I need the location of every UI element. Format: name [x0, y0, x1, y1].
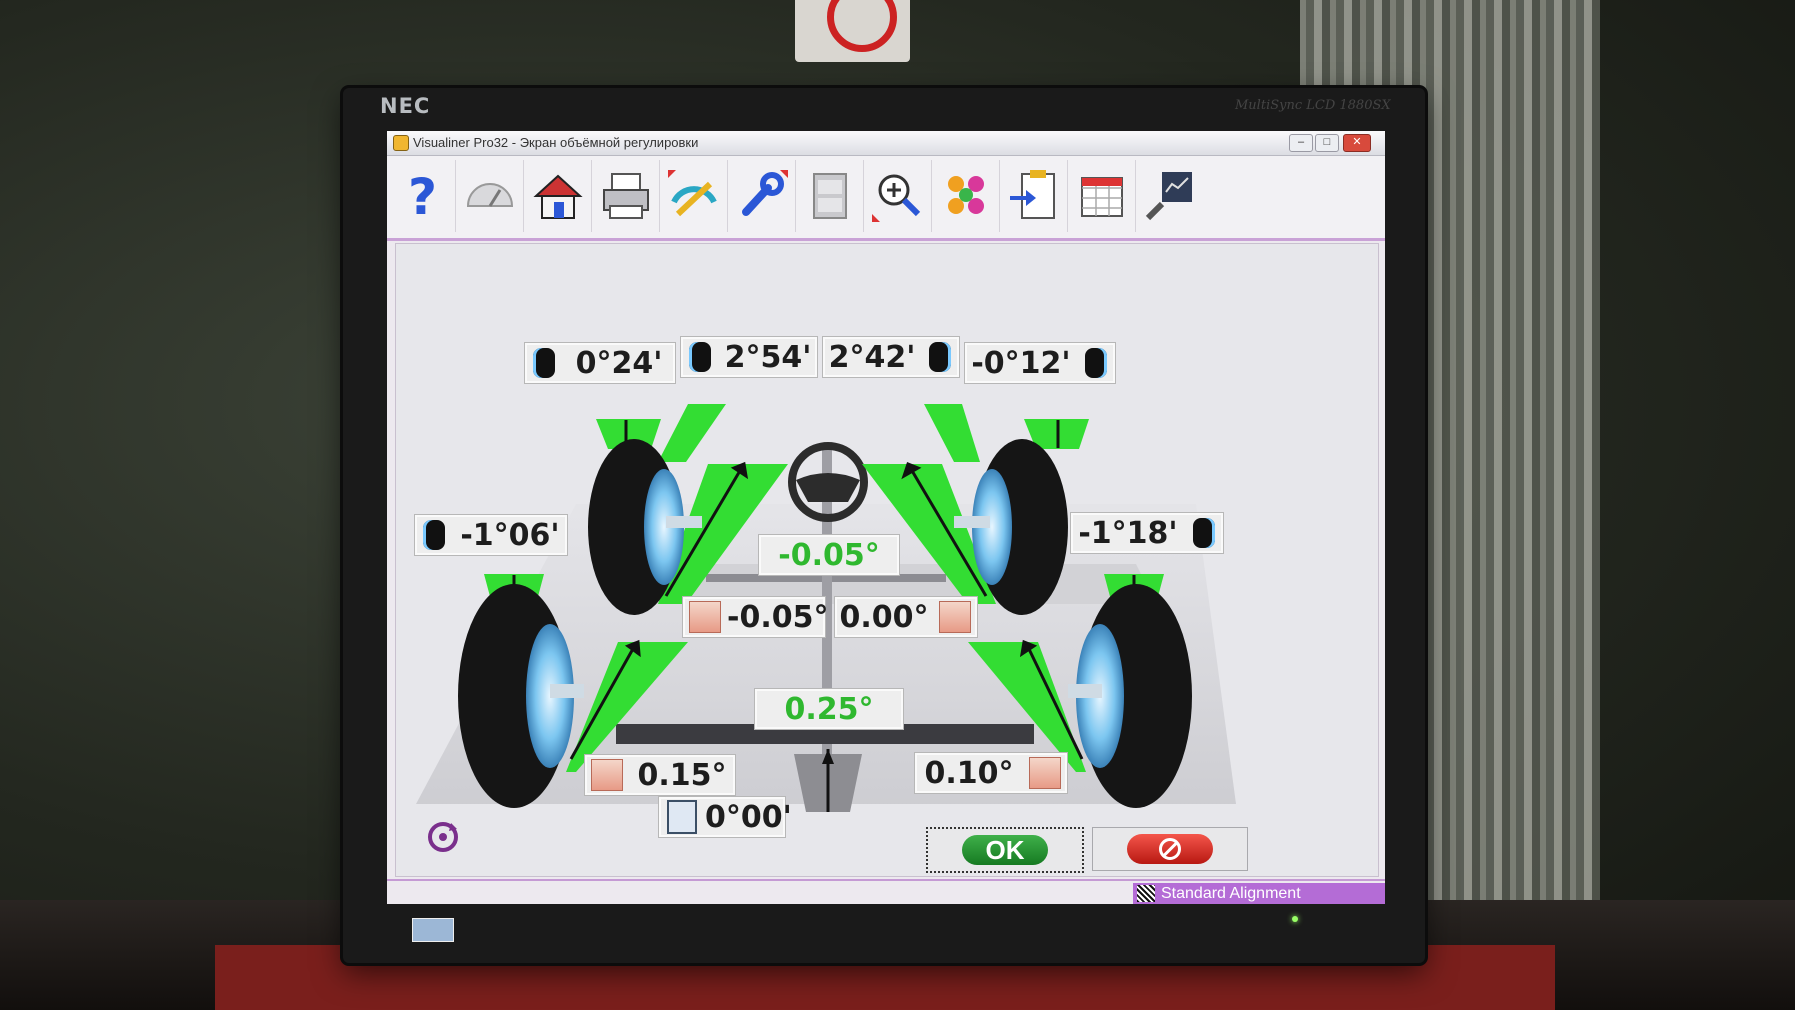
maximize-button[interactable]: □: [1315, 134, 1339, 152]
cancel-button[interactable]: [1092, 827, 1248, 871]
specs-button[interactable]: [1137, 160, 1203, 232]
toe-sensor-icon: [939, 601, 971, 633]
alignment-mode-label: Standard Alignment: [1161, 885, 1301, 902]
rear-left-toe-value: 0.15°: [637, 757, 727, 793]
rear-right-toe-value: 0.10°: [924, 755, 1014, 791]
caster-icon: [929, 342, 951, 372]
cancel-icon: [1127, 834, 1213, 864]
rear-left-camber-value: -1°06': [460, 517, 560, 553]
rear-right-toe-readout: 0.10°: [914, 752, 1068, 794]
alignment-mode-badge: Standard Alignment: [1133, 883, 1385, 904]
thrust-angle-icon: [667, 800, 697, 834]
ok-label: OK: [962, 835, 1048, 865]
film-icon: [813, 173, 847, 219]
ok-button[interactable]: OK: [926, 827, 1084, 873]
zoom-button[interactable]: [865, 160, 932, 232]
help-button[interactable]: ?: [389, 160, 456, 232]
import-button[interactable]: [1001, 160, 1068, 232]
alignment-screen: 0°24' 2°54' 2°42' -0°12' -1°06' -1°18' -…: [395, 243, 1379, 877]
camber-icon: [423, 520, 445, 550]
rotate-wheels-icon[interactable]: [425, 819, 461, 855]
front-left-caster-readout: 2°54': [680, 336, 818, 378]
toe-sensor-icon: [1029, 757, 1061, 789]
measure-button[interactable]: [661, 160, 728, 232]
spreadsheet-button[interactable]: [1069, 160, 1136, 232]
wrench-icon: [742, 170, 788, 216]
front-right-caster-value: 2°42': [828, 339, 916, 375]
front-left-toe-value: -0.05°: [727, 599, 829, 635]
print-button[interactable]: [593, 160, 660, 232]
front-left-camber-value: 0°24': [575, 345, 663, 381]
front-left-caster-value: 2°54': [724, 339, 812, 375]
rear-left-toe-readout: 0.15°: [584, 754, 736, 796]
zoom-icon: [872, 174, 921, 222]
energy-sticker: [412, 918, 454, 942]
thrust-angle-readout: 0°00': [658, 796, 792, 838]
toolbar: ?: [387, 156, 1385, 241]
toe-sensor-icon: [689, 601, 721, 633]
title-bar: Visualiner Pro32 - Экран объёмной регули…: [387, 131, 1385, 156]
camber-icon: [533, 348, 555, 378]
front-right-caster-readout: 2°42': [822, 336, 960, 378]
measure-icon: [668, 170, 717, 217]
gauge-icon: [466, 183, 514, 207]
rear-right-camber-value: -1°18': [1078, 515, 1178, 551]
monitor-model: MultiSync LCD 1880SX: [1235, 98, 1391, 113]
window-title: Visualiner Pro32 - Экран объёмной регули…: [413, 135, 699, 150]
steering-wheel-readout: -0.05°: [758, 534, 900, 576]
rear-total-toe-value: 0.25°: [784, 691, 874, 727]
toe-sensor-icon: [591, 759, 623, 791]
pattern-button[interactable]: [933, 160, 1000, 232]
steering-wheel-value: -0.05°: [778, 537, 880, 573]
app-icon: [393, 135, 409, 151]
front-right-toe-value: 0.00°: [839, 599, 929, 635]
camber-icon: [1193, 518, 1215, 548]
minimize-button[interactable]: –: [1289, 134, 1313, 152]
thrust-angle-value: 0°00': [705, 799, 792, 835]
clipboard-import-icon: [1010, 170, 1055, 219]
chart-pattern-icon: [948, 176, 984, 214]
home-icon: [533, 174, 583, 219]
status-bar: Standard Alignment: [387, 879, 1385, 904]
no-smoking-sign: [795, 0, 910, 62]
spreadsheet-icon: [1081, 177, 1123, 217]
gauge-button[interactable]: [457, 160, 524, 232]
printer-icon: [603, 173, 649, 219]
rear-total-toe-readout: 0.25°: [754, 688, 904, 730]
help-icon: ?: [408, 168, 437, 224]
svg-text:?: ?: [408, 168, 437, 224]
power-led: [1292, 916, 1298, 922]
rear-left-camber-readout: -1°06': [414, 514, 568, 556]
caster-icon: [689, 342, 711, 372]
home-button[interactable]: [525, 160, 592, 232]
close-button[interactable]: ✕: [1343, 134, 1371, 152]
adjust-button[interactable]: [729, 160, 796, 232]
monitor-brand: NEC: [380, 94, 431, 118]
front-right-camber-readout: -0°12': [964, 342, 1116, 384]
front-right-toe-readout: 0.00°: [834, 596, 978, 638]
checkered-flag-icon: [1137, 885, 1155, 902]
app-window: Visualiner Pro32 - Экран объёмной регули…: [387, 131, 1385, 904]
front-right-camber-value: -0°12': [971, 345, 1071, 381]
video-button[interactable]: [797, 160, 864, 232]
front-left-camber-readout: 0°24': [524, 342, 676, 384]
camber-icon: [1085, 348, 1107, 378]
rear-right-camber-readout: -1°18': [1070, 512, 1224, 554]
specs-tool-icon: [1145, 172, 1192, 221]
front-left-toe-readout: -0.05°: [682, 596, 829, 638]
